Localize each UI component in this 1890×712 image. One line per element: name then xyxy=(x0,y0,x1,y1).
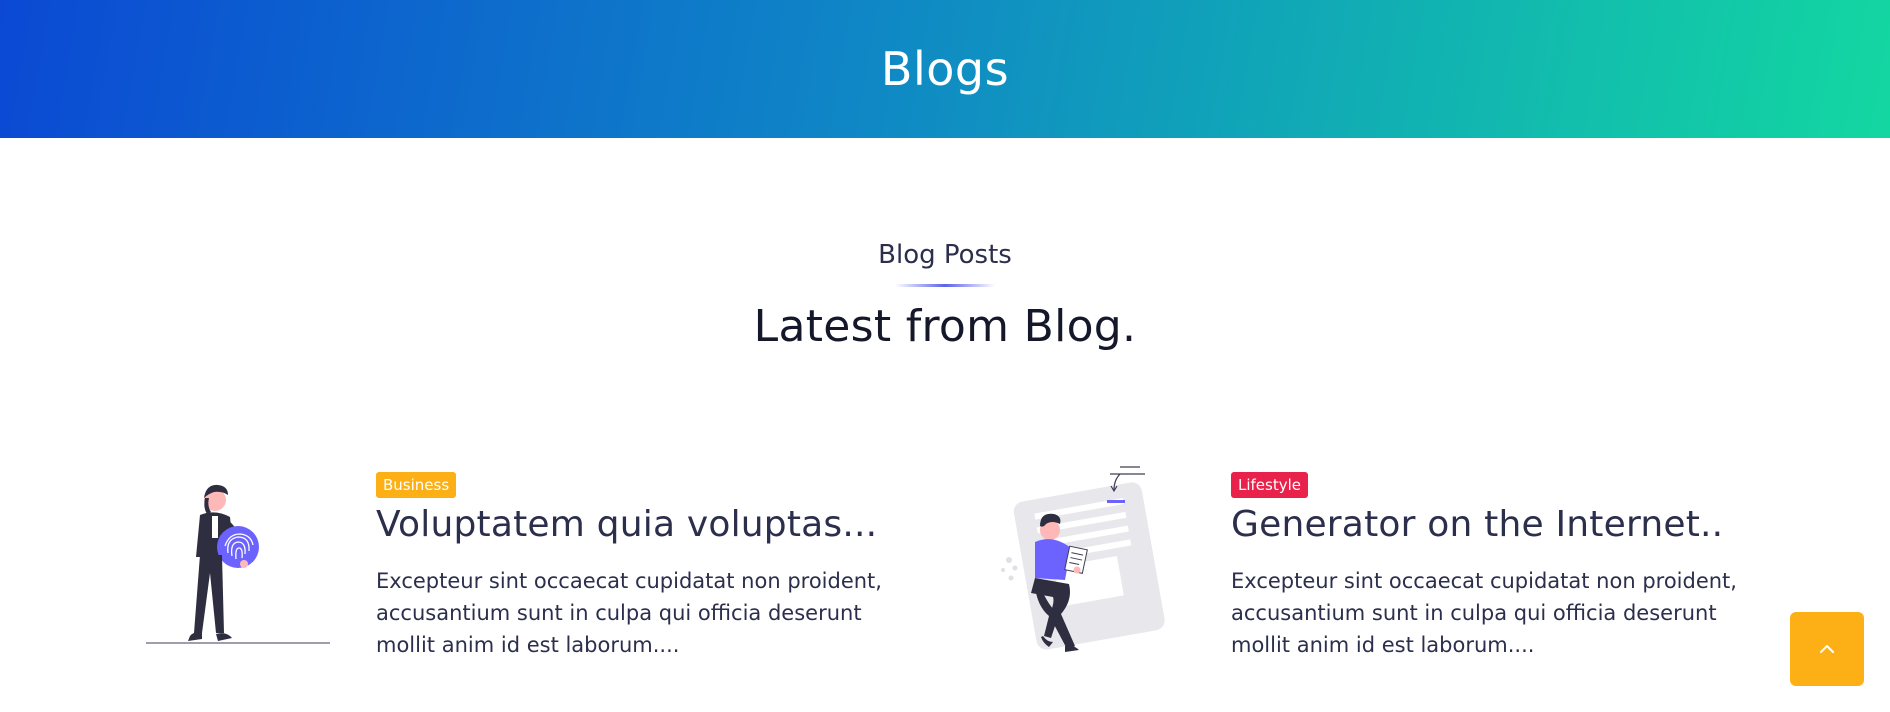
page-title: Blogs xyxy=(880,42,1010,96)
category-badge[interactable]: Business xyxy=(376,472,457,498)
person-reading-document-illustration xyxy=(995,460,1195,680)
section-subtitle: Blog Posts xyxy=(878,240,1012,270)
blog-post-card[interactable]: Lifestyle Generator on the Internet.. Ex… xyxy=(995,460,1755,680)
blog-post-title[interactable]: Voluptatem quia voluptas... xyxy=(376,504,916,545)
blog-post-body: Lifestyle Generator on the Internet.. Ex… xyxy=(1231,472,1771,661)
person-fingerprint-illustration xyxy=(140,460,340,680)
blog-post-title[interactable]: Generator on the Internet.. xyxy=(1231,504,1771,545)
section-title: Latest from Blog. xyxy=(753,301,1137,352)
scroll-to-top-button[interactable] xyxy=(1790,612,1864,686)
blog-post-card[interactable]: Business Voluptatem quia voluptas... Exc… xyxy=(140,460,900,680)
category-badge[interactable]: Lifestyle xyxy=(1231,472,1309,498)
chevron-up-icon xyxy=(1820,645,1834,653)
section-divider xyxy=(895,284,995,287)
blog-post-excerpt: Excepteur sint occaecat cupidatat non pr… xyxy=(1231,569,1737,657)
blog-post-body: Business Voluptatem quia voluptas... Exc… xyxy=(376,472,916,661)
blog-section-header: Blog Posts Latest from Blog. xyxy=(0,240,1890,352)
blog-post-excerpt: Excepteur sint occaecat cupidatat non pr… xyxy=(376,569,882,657)
page-hero: Blogs xyxy=(0,0,1890,138)
